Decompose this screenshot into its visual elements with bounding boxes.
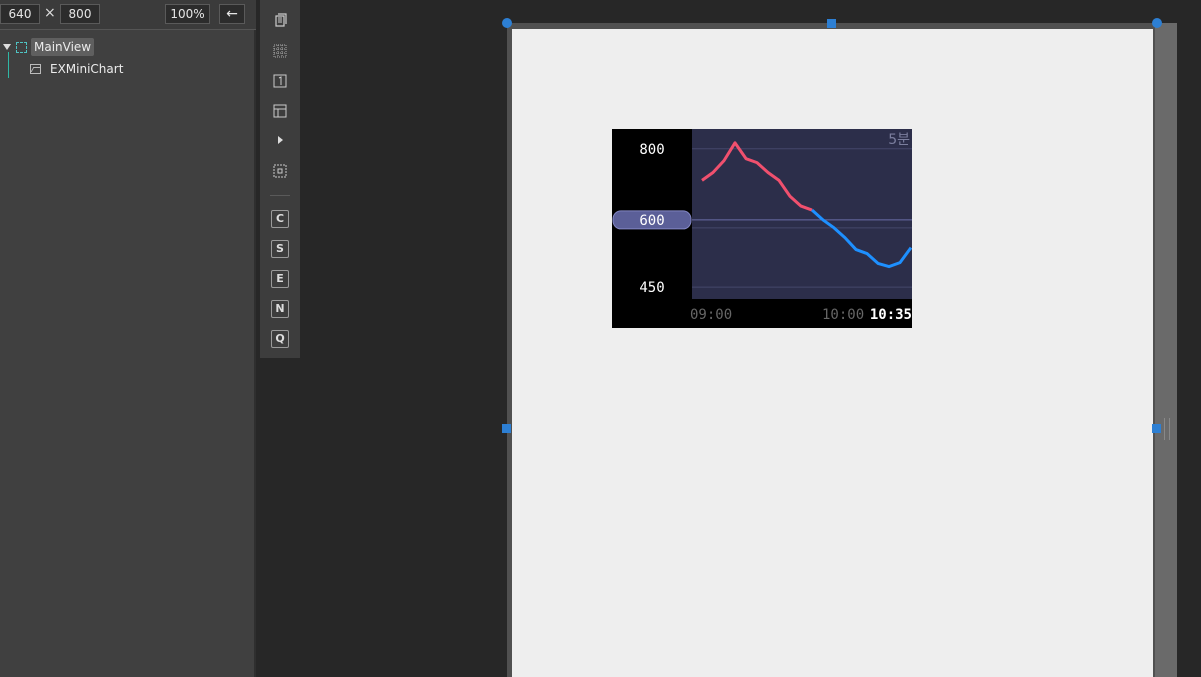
zoom-input[interactable]: 100% <box>165 4 210 24</box>
back-arrow-button[interactable]: ← <box>219 4 245 24</box>
selection-handle-top-left[interactable] <box>502 18 512 28</box>
layers-icon[interactable] <box>271 12 289 30</box>
tool-q-button[interactable]: Q <box>271 330 289 348</box>
tree-item-mainview[interactable]: MainView <box>3 36 95 58</box>
size-toolbar: 640 × 800 100% ← <box>0 0 256 30</box>
grid-icon[interactable] <box>271 42 289 60</box>
last-time-label: 10:35 <box>870 307 912 323</box>
tree-item-label: MainView <box>31 38 95 56</box>
width-input[interactable]: 640 <box>0 4 40 24</box>
view-icon <box>16 41 27 53</box>
plot-area <box>692 129 912 299</box>
canvas-right-gutter <box>1155 23 1177 677</box>
tool-c-button[interactable]: C <box>271 210 289 228</box>
layout-icon[interactable] <box>271 102 289 120</box>
times-sign: × <box>44 5 56 21</box>
tool-palette: C S E N Q <box>260 0 300 358</box>
number-one-icon[interactable] <box>271 72 289 90</box>
resize-grip[interactable] <box>1164 418 1170 440</box>
chart-svg: 800 450 600 5분 09:00 10:00 10:35 <box>612 129 912 323</box>
selection-handle-top[interactable] <box>827 19 836 28</box>
left-panel: 640 × 800 100% ← MainView EXMiniChart <box>0 0 256 677</box>
x-tick-label: 10:00 <box>822 307 864 323</box>
toolbar-divider <box>270 195 290 196</box>
period-label: 5분 <box>888 132 910 148</box>
caret-down-icon[interactable] <box>3 44 11 50</box>
tool-n-button[interactable]: N <box>271 300 289 318</box>
artboard[interactable] <box>512 29 1153 677</box>
tree-item-exminichart[interactable]: EXMiniChart <box>30 58 126 80</box>
selection-handle-right[interactable] <box>1152 424 1161 433</box>
play-icon[interactable] <box>271 131 289 149</box>
x-tick-label: 09:00 <box>690 307 732 323</box>
current-value-label: 600 <box>639 213 664 229</box>
tool-s-button[interactable]: S <box>271 240 289 258</box>
tree-item-label: EXMiniChart <box>50 62 124 76</box>
ex-mini-chart[interactable]: 800 450 600 5분 09:00 10:00 10:35 <box>612 129 912 328</box>
chart-image-icon <box>30 64 41 74</box>
y-tick-label: 450 <box>639 280 664 296</box>
tool-e-button[interactable]: E <box>271 270 289 288</box>
height-input[interactable]: 800 <box>60 4 100 24</box>
selection-handle-left[interactable] <box>502 424 511 433</box>
y-tick-label: 800 <box>639 142 664 158</box>
selection-handle-top-right[interactable] <box>1152 18 1162 28</box>
frame-select-icon[interactable] <box>271 162 289 180</box>
